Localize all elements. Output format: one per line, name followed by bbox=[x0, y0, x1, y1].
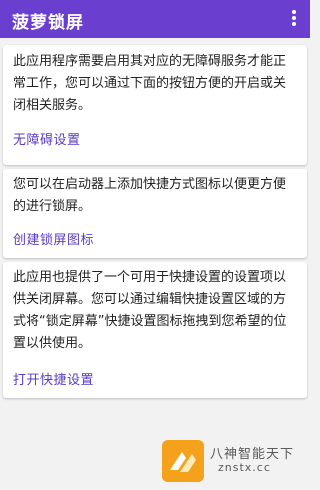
watermark-title: 八神智能天下 bbox=[210, 447, 295, 462]
card-description: 此应用程序需要启用其对应的无障碍服务才能正常工作，您可以通过下面的按钮方便的开启… bbox=[13, 54, 287, 113]
open-quick-settings-button[interactable]: 打开快捷设置 bbox=[13, 369, 94, 388]
app-title: 菠萝锁屏 bbox=[12, 13, 84, 33]
card-description: 此应用也提供了一个可用于快捷设置的设置项以供关闭屏幕。您可以通过编辑快捷设置区域… bbox=[13, 270, 287, 351]
more-vert-icon[interactable] bbox=[290, 10, 298, 28]
accessibility-card: 此应用程序需要启用其对应的无障碍服务才能正常工作，您可以通过下面的按钮方便的开启… bbox=[3, 45, 307, 165]
shortcut-card: 您可以在启动器上添加快捷方式图标以便更方便的进行锁屏。 创建锁屏图标 bbox=[3, 169, 307, 258]
watermark-url: znstx.cc bbox=[218, 461, 271, 474]
quick-settings-card: 此应用也提供了一个可用于快捷设置的设置项以供关闭屏幕。您可以通过编辑快捷设置区域… bbox=[3, 262, 307, 398]
app-bar: 菠萝锁屏 bbox=[0, 0, 310, 38]
site-logo-icon bbox=[162, 440, 204, 482]
accessibility-settings-button[interactable]: 无障碍设置 bbox=[13, 129, 81, 148]
watermark: 八神智能天下 znstx.cc bbox=[162, 440, 308, 482]
create-lock-icon-button[interactable]: 创建锁屏图标 bbox=[13, 229, 94, 248]
card-description: 您可以在启动器上添加快捷方式图标以便更方便的进行锁屏。 bbox=[13, 177, 287, 214]
